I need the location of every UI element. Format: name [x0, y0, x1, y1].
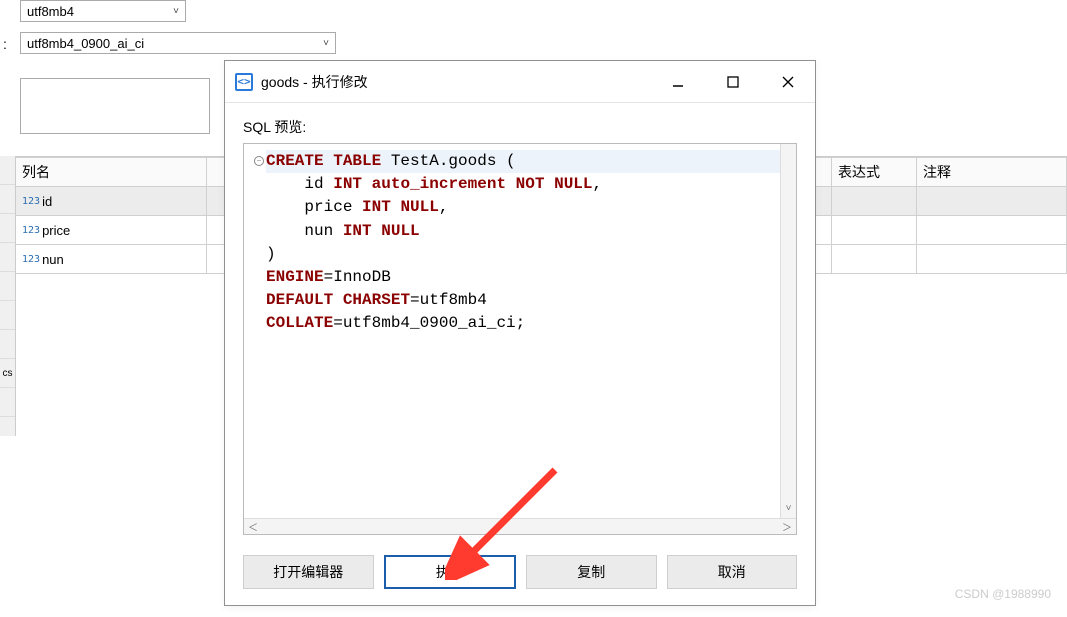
maximize-button[interactable] [705, 61, 760, 102]
side-tab-label: cs [0, 359, 15, 388]
dialog-button-row: 打开编辑器 执行 复制 取消 [225, 545, 815, 605]
table-row-gutter: cs [0, 156, 16, 436]
chevron-down-icon: ˅ [786, 503, 792, 514]
sql-preview-label: SQL 预览: [243, 117, 797, 137]
chevron-down-icon: ˅ [173, 6, 179, 17]
minimize-button[interactable] [650, 61, 705, 102]
execute-changes-dialog: <> goods - 执行修改 SQL 预览: −CREATE TABLE Te… [224, 60, 816, 606]
dialog-title-bar[interactable]: <> goods - 执行修改 [225, 61, 815, 103]
th-column-name[interactable]: 列名 [16, 158, 206, 187]
horizontal-scrollbar[interactable]: ＜ ＞ [244, 518, 796, 534]
cancel-button[interactable]: 取消 [667, 555, 798, 589]
comment-textarea[interactable] [20, 78, 210, 134]
col-name: price [42, 223, 70, 238]
fold-collapse-icon[interactable]: − [254, 156, 264, 166]
copy-button[interactable]: 复制 [526, 555, 657, 589]
type-badge: 123 [22, 225, 40, 236]
dialog-title: goods - 执行修改 [261, 72, 650, 92]
watermark: CSDN @1988990 [955, 587, 1051, 601]
collation-label: : [3, 36, 7, 52]
close-button[interactable] [760, 61, 815, 102]
col-name: nun [42, 252, 64, 267]
chevron-right-icon: ＞ [782, 519, 792, 534]
open-editor-button[interactable]: 打开编辑器 [243, 555, 374, 589]
collation-combo[interactable]: utf8mb4_0900_ai_ci ˅ [20, 32, 336, 54]
charset-combo[interactable]: utf8mb4 ˅ [20, 0, 186, 22]
charset-combo-value: utf8mb4 [27, 4, 74, 19]
type-badge: 123 [22, 254, 40, 265]
col-name: id [42, 194, 52, 209]
th-comment[interactable]: 注释 [917, 158, 1067, 187]
sql-preview-box[interactable]: −CREATE TABLE TestA.goods ( id INT auto_… [243, 143, 797, 535]
execute-button[interactable]: 执行 [384, 555, 517, 589]
th-expression[interactable]: 表达式 [832, 158, 917, 187]
collation-combo-value: utf8mb4_0900_ai_ci [27, 36, 144, 51]
chevron-down-icon: ˅ [323, 38, 329, 49]
sql-text[interactable]: −CREATE TABLE TestA.goods ( id INT auto_… [244, 144, 796, 518]
sql-file-icon: <> [235, 73, 253, 91]
vertical-scrollbar[interactable]: ˅ [780, 144, 796, 518]
chevron-left-icon: ＜ [248, 519, 258, 534]
type-badge: 123 [22, 196, 40, 207]
